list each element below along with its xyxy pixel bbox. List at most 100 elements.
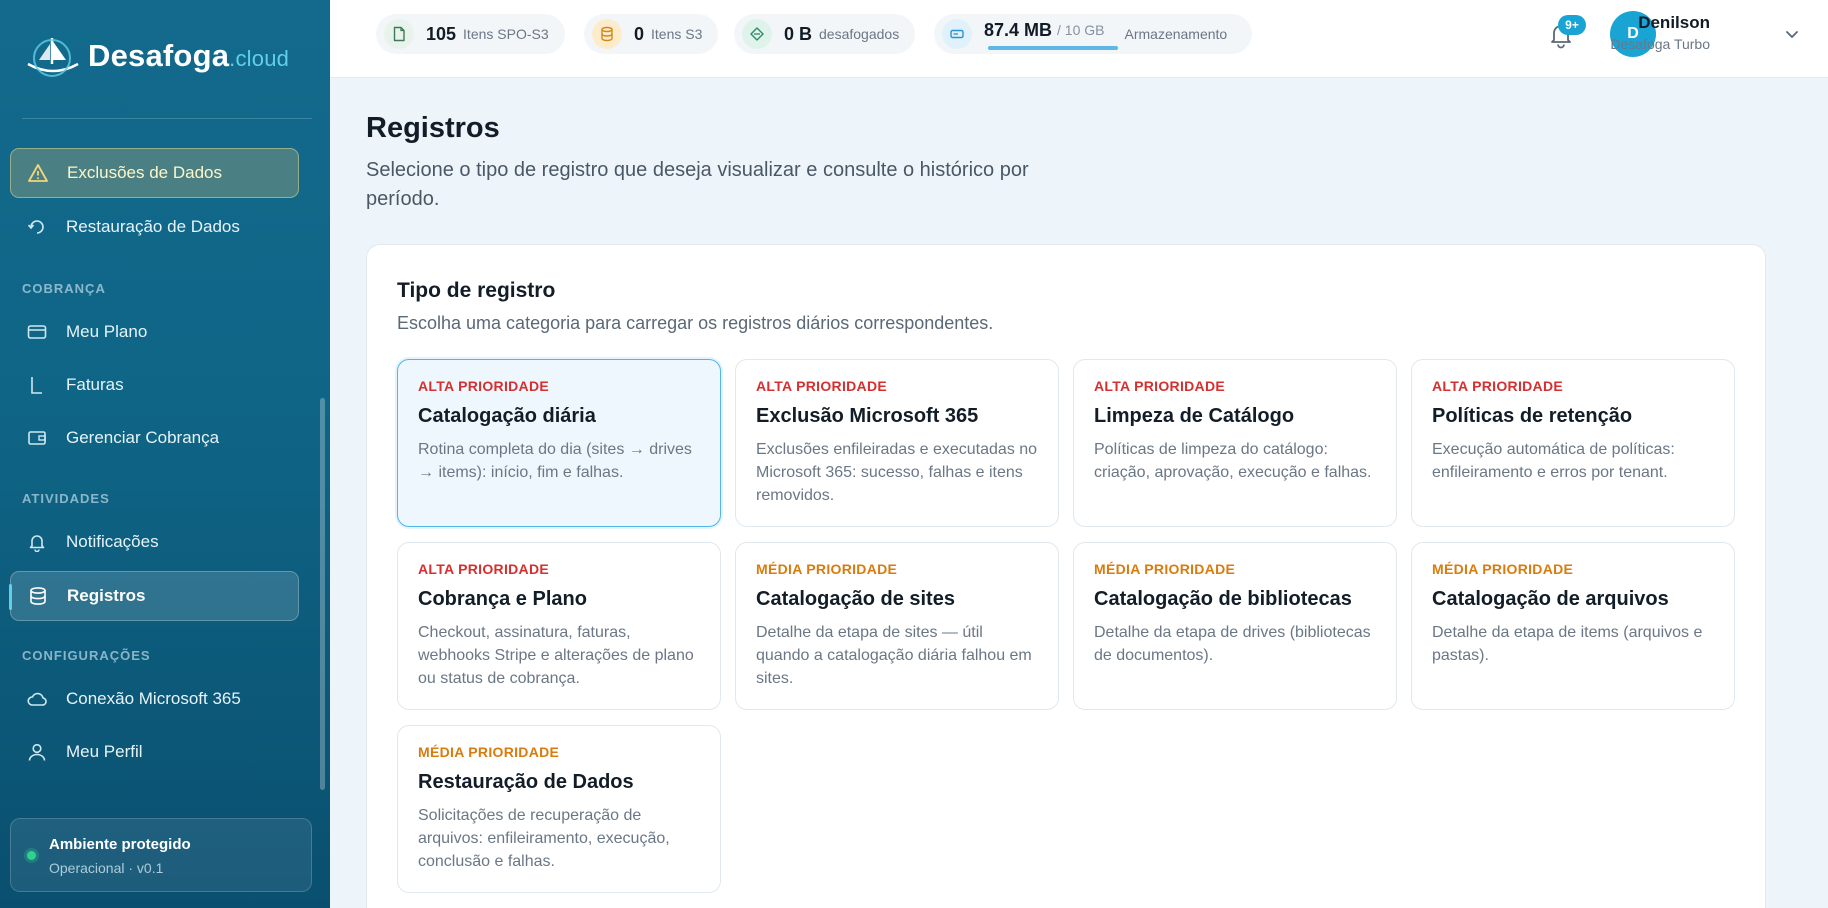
record-card-catalogacao-sites[interactable]: MÉDIA PRIORIDADE Catalogação de sites De… — [735, 542, 1059, 710]
card-description: Detalhe da etapa de sites — útil quando … — [756, 624, 1032, 687]
leaf-icon — [742, 19, 772, 49]
stat-label: desafogados — [819, 26, 900, 42]
brand-name: Desafoga.cloud — [88, 38, 290, 73]
record-card-restauracao-dados[interactable]: MÉDIA PRIORIDADE Restauração de Dados So… — [397, 725, 721, 893]
panel-title: Tipo de registro — [397, 279, 556, 302]
card-title: Restauração de Dados — [418, 771, 634, 793]
brand-logo[interactable]: Desafoga.cloud — [22, 34, 289, 78]
card-title: Exclusão Microsoft 365 — [756, 405, 979, 427]
record-card-catalogacao-diaria[interactable]: ALTA PRIORIDADE Catalogação diária Rotin… — [397, 359, 721, 527]
card-priority: ALTA PRIORIDADE — [1094, 378, 1226, 394]
sidebar-item-label: Meu Perfil — [66, 742, 143, 761]
sidebar-item-faturas[interactable]: Faturas — [10, 360, 299, 410]
stat-value: 105 — [426, 23, 457, 44]
card-title: Catalogação de arquivos — [1432, 588, 1669, 610]
panel-description: Escolha uma categoria para carregar os r… — [397, 313, 994, 333]
warning-icon — [27, 162, 49, 184]
storage-progress-fill — [988, 46, 1118, 50]
sidebar-item-notificacoes[interactable]: Notificações — [10, 517, 299, 567]
stat-value: 0 B — [784, 23, 813, 44]
card-title: Catalogação de bibliotecas — [1094, 588, 1352, 610]
status-subtitle: Operacional · v0.1 — [49, 860, 164, 876]
sidebar-item-conexao-m365[interactable]: Conexão Microsoft 365 — [10, 674, 299, 724]
cloud-icon — [26, 688, 48, 710]
wallet-icon — [26, 427, 48, 449]
sidebar-item-label: Notificações — [66, 532, 159, 551]
divider — [22, 118, 312, 119]
chevron-down-icon[interactable] — [1782, 24, 1802, 44]
sidebar-item-meu-perfil[interactable]: Meu Perfil — [10, 727, 299, 777]
card-priority: MÉDIA PRIORIDADE — [756, 561, 898, 577]
section-label-settings: CONFIGURAÇÕES — [22, 648, 151, 663]
stat-itens-s3: 0 Itens S3 — [584, 14, 719, 54]
bell-icon — [26, 531, 48, 553]
sidebar: Desafoga.cloud Exclusões de Dados Restau… — [0, 0, 330, 908]
card-title: Catalogação diária — [418, 405, 596, 427]
card-icon — [26, 321, 48, 343]
status-dot — [27, 851, 36, 860]
card-title: Catalogação de sites — [756, 588, 955, 610]
card-priority: ALTA PRIORIDADE — [418, 378, 550, 394]
storage-progress — [988, 46, 1118, 50]
user-name[interactable]: Denilson — [1550, 13, 1710, 33]
card-priority: ALTA PRIORIDADE — [756, 378, 888, 394]
sidebar-item-label: Gerenciar Cobrança — [66, 428, 220, 447]
card-title: Limpeza de Catálogo — [1094, 405, 1295, 427]
card-title: Cobrança e Plano — [418, 588, 587, 610]
card-description: Detalhe da etapa de drives (bibliotecas … — [1094, 624, 1371, 664]
card-priority: ALTA PRIORIDADE — [418, 561, 550, 577]
sidebar-item-exclusoes[interactable]: Exclusões de Dados — [10, 148, 299, 198]
card-priority: MÉDIA PRIORIDADE — [418, 744, 560, 760]
card-priority: MÉDIA PRIORIDADE — [1432, 561, 1574, 577]
section-label-billing: COBRANÇA — [22, 281, 106, 296]
sidebar-item-registros[interactable]: Registros — [9, 571, 299, 621]
section-label-activities: ATIVIDADES — [22, 491, 110, 506]
record-card-catalogacao-arquivos[interactable]: MÉDIA PRIORIDADE Catalogação de arquivos… — [1411, 542, 1735, 710]
sidebar-item-label: Faturas — [66, 375, 124, 394]
card-description: Checkout, assinatura, faturas, webhooks … — [418, 624, 694, 687]
database-icon — [27, 585, 49, 607]
card-description: Detalhe da etapa de items (arquivos e pa… — [1432, 624, 1703, 664]
sidebar-item-restauracao[interactable]: Restauração de Dados — [10, 202, 299, 252]
stat-desafogados: 0 B desafogados — [734, 14, 916, 54]
sidebar-item-label: Conexão Microsoft 365 — [66, 689, 241, 708]
sidebar-item-label: Registros — [67, 586, 146, 605]
database-icon — [592, 19, 622, 49]
card-title: Políticas de retenção — [1432, 405, 1633, 427]
record-card-catalogacao-bibliotecas[interactable]: MÉDIA PRIORIDADE Catalogação de bibliote… — [1073, 542, 1397, 710]
bookmark-icon — [26, 374, 48, 396]
card-description: Rotina completa do dia (sites → drives →… — [418, 441, 692, 481]
brand-suffix: .cloud — [229, 46, 290, 71]
record-type-panel: Tipo de registro Escolha uma categoria p… — [366, 244, 1766, 908]
stat-label: Itens SPO-S3 — [463, 26, 549, 42]
page-description: Selecione o tipo de registro que deseja … — [366, 159, 1029, 210]
sidebar-scrollbar[interactable] — [320, 398, 325, 790]
record-card-cobranca-plano[interactable]: ALTA PRIORIDADE Cobrança e Plano Checkou… — [397, 542, 721, 710]
card-priority: MÉDIA PRIORIDADE — [1094, 561, 1236, 577]
page-title: Registros — [366, 112, 500, 144]
stat-value: 0 — [634, 23, 645, 44]
card-description: Políticas de limpeza do catálogo: criaçã… — [1094, 441, 1372, 481]
card-description: Solicitações de recuperação de arquivos:… — [418, 807, 670, 870]
record-card-limpeza-catalogo[interactable]: ALTA PRIORIDADE Limpeza de Catálogo Polí… — [1073, 359, 1397, 527]
user-plan: Desafoga Turbo — [1610, 36, 1710, 52]
storage-total: / 10 GB — [1057, 22, 1105, 38]
sidebar-item-meu-plano[interactable]: Meu Plano — [10, 307, 299, 357]
sidebar-item-gerenciar-cobranca[interactable]: Gerenciar Cobrança — [10, 413, 299, 463]
sidebar-item-label: Exclusões de Dados — [67, 163, 222, 182]
topbar: 105 Itens SPO-S3 0 Itens S3 0 B desafoga… — [330, 0, 1828, 78]
record-card-exclusao-m365[interactable]: ALTA PRIORIDADE Exclusão Microsoft 365 E… — [735, 359, 1059, 527]
environment-status: Ambiente protegido Operacional · v0.1 — [10, 818, 312, 892]
stat-label: Itens S3 — [651, 26, 703, 42]
restore-icon — [26, 216, 48, 238]
storage-label: Armazenamento — [1124, 26, 1228, 42]
status-title: Ambiente protegido — [49, 836, 191, 853]
stat-armazenamento: 87.4 MB / 10 GB Armazenamento — [934, 14, 1252, 54]
storage-value: 87.4 MB — [984, 19, 1053, 40]
file-icon — [384, 19, 414, 49]
user-icon — [26, 741, 48, 763]
sidebar-item-label: Meu Plano — [66, 322, 148, 341]
record-card-politicas-retencao[interactable]: ALTA PRIORIDADE Políticas de retenção Ex… — [1411, 359, 1735, 527]
ship-logo-icon — [27, 38, 79, 77]
storage-icon — [942, 19, 972, 49]
